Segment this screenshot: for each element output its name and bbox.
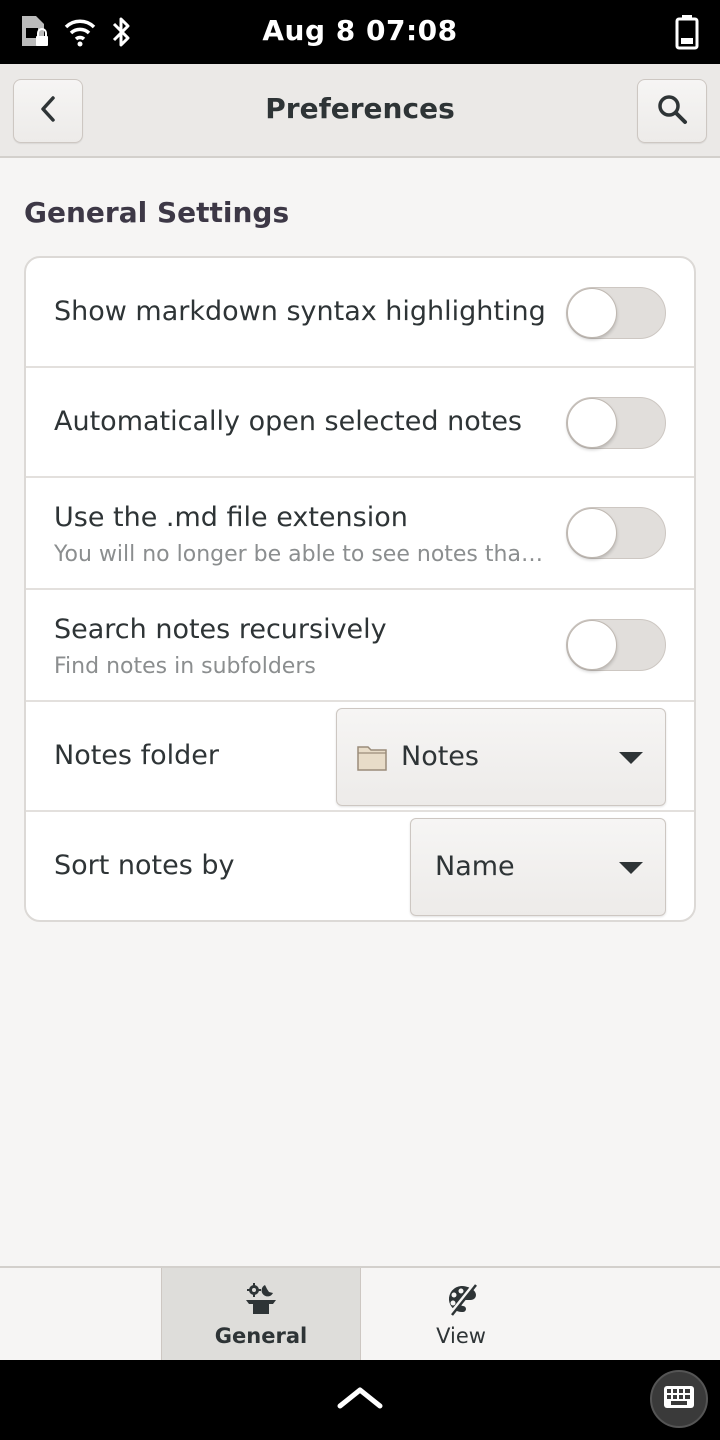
status-datetime: Aug 8 07:08 [262, 14, 458, 47]
row-md-extension[interactable]: Use the .md file extension You will no l… [26, 478, 694, 590]
folder-icon [357, 743, 387, 775]
row-search-recursive[interactable]: Search notes recursively Find notes in s… [26, 590, 694, 702]
row-markdown-highlighting[interactable]: Show markdown syntax highlighting [26, 258, 694, 368]
search-recursive-switch[interactable] [566, 619, 666, 671]
palette-icon [444, 1282, 478, 1316]
sort-notes-value: Name [435, 851, 515, 882]
row-title: Automatically open selected notes [54, 406, 522, 437]
tab-general[interactable]: General [161, 1268, 361, 1362]
navigation-bar [0, 1360, 720, 1440]
tab-view-label: View [436, 1324, 486, 1348]
switch-knob [567, 620, 617, 670]
tab-general-label: General [214, 1324, 308, 1348]
row-notes-folder: Notes folder Notes [26, 702, 694, 812]
keyboard-icon [663, 1385, 695, 1413]
row-auto-open-notes[interactable]: Automatically open selected notes [26, 368, 694, 478]
switch-knob [567, 288, 617, 338]
switch-knob [567, 508, 617, 558]
markdown-highlighting-switch[interactable] [566, 287, 666, 339]
row-title: Show markdown syntax highlighting [54, 296, 546, 327]
notes-folder-value: Notes [401, 741, 479, 772]
view-switcher: General View [0, 1266, 720, 1362]
sort-notes-dropdown[interactable]: Name [410, 818, 666, 916]
dropdown-arrow-icon [619, 862, 643, 874]
dropdown-arrow-icon [619, 752, 643, 764]
row-title: Notes folder [54, 740, 219, 771]
keyboard-toggle-button[interactable] [650, 1370, 708, 1428]
tab-view[interactable]: View [361, 1268, 561, 1362]
header-bar: Preferences [0, 64, 720, 158]
chevron-up-icon[interactable] [334, 1382, 386, 1418]
row-title: Use the .md file extension [54, 502, 408, 533]
row-title: Search notes recursively [54, 614, 387, 645]
search-button[interactable] [637, 79, 707, 143]
notes-folder-chooser[interactable]: Notes [336, 708, 666, 806]
status-bar: Aug 8 07:08 [0, 0, 720, 64]
row-subtitle: Find notes in subfolders [54, 654, 316, 679]
general-settings-list: Show markdown syntax highlighting Automa… [24, 256, 696, 922]
row-sort-notes: Sort notes by Name [26, 812, 694, 920]
search-icon [656, 93, 688, 129]
auto-open-notes-switch[interactable] [566, 397, 666, 449]
switch-knob [567, 398, 617, 448]
battery-icon [674, 14, 700, 54]
md-extension-switch[interactable] [566, 507, 666, 559]
preferences-tools-icon [243, 1282, 279, 1316]
section-title-general-settings: General Settings [24, 196, 290, 229]
page-title: Preferences [265, 92, 455, 125]
row-subtitle: You will no longer be able to see notes … [54, 542, 544, 567]
row-title: Sort notes by [54, 850, 235, 881]
